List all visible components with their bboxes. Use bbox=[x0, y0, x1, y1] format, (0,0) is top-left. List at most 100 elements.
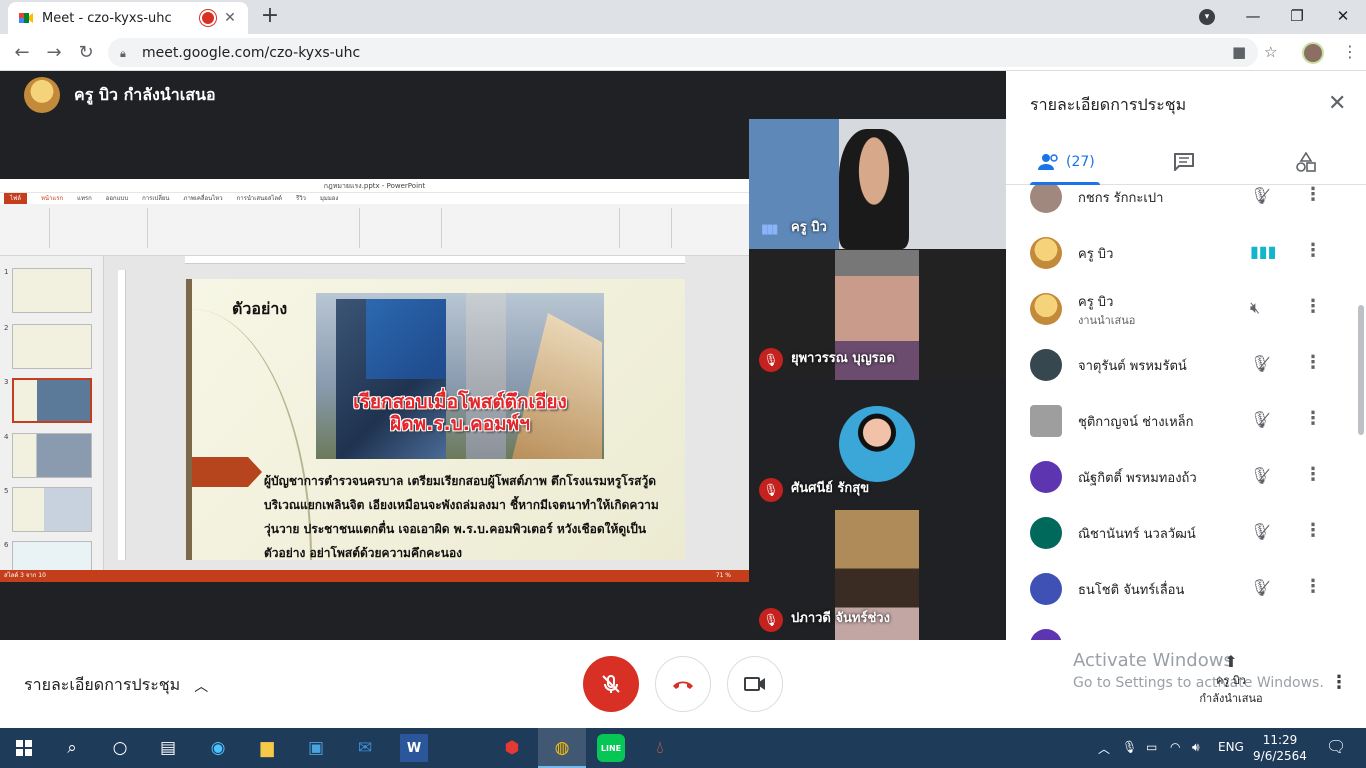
app-icon[interactable]: ⬢ bbox=[498, 734, 526, 762]
ppt-menu-file[interactable]: ไฟล์ bbox=[4, 193, 27, 204]
close-panel-icon[interactable]: ✕ bbox=[1328, 91, 1346, 116]
ribbon-group-paragraph[interactable] bbox=[362, 208, 442, 248]
mic-off-icon: 🎙︎̸ bbox=[1250, 410, 1271, 429]
back-button[interactable]: ← bbox=[10, 41, 34, 65]
more-options-icon[interactable]: ⋮ bbox=[1330, 672, 1348, 693]
edge-icon[interactable]: ◉ bbox=[204, 734, 232, 762]
windows-start-icon[interactable] bbox=[10, 734, 38, 762]
participant-row[interactable]: ธนโชติ จันทร์เลื่อน 🎙︎̸ ⋮ bbox=[1006, 561, 1356, 617]
participant-row[interactable]: กชกร รักกะเปา 🎙︎̸ ⋮ bbox=[1006, 185, 1356, 225]
slide-thumbnail-1[interactable] bbox=[12, 268, 92, 313]
panel-title: รายละเอียดการประชุม bbox=[1030, 95, 1187, 114]
ppt-zoom-level[interactable]: 71 % bbox=[716, 570, 731, 582]
participant-row[interactable]: ชุติกาญจน์ ช่างเหล็ก 🎙︎̸ ⋮ bbox=[1006, 393, 1356, 449]
chat-icon bbox=[1174, 153, 1194, 171]
more-options-icon[interactable]: ⋮ bbox=[1304, 576, 1322, 597]
cortana-icon[interactable]: ○ bbox=[106, 734, 134, 762]
toggle-mic-button[interactable] bbox=[583, 656, 639, 712]
word-icon[interactable]: W bbox=[400, 734, 428, 762]
participant-row[interactable]: จาตุรันต์ พรหมรัตน์ 🎙︎̸ ⋮ bbox=[1006, 337, 1356, 393]
system-clock[interactable]: 11:29 9/6/2564 bbox=[1250, 732, 1310, 764]
ppt-menu-view[interactable]: มุมมอง bbox=[320, 193, 338, 204]
video-tile[interactable]: 🎙︎ ปภาวดี จันทร์ช่วง bbox=[749, 510, 1006, 640]
file-explorer-icon[interactable]: ▆ bbox=[253, 734, 281, 762]
battery-icon[interactable]: ▭ bbox=[1146, 740, 1157, 754]
url-input[interactable]: 🔒︎ meet.google.com/czo-kyxs-uhc bbox=[108, 38, 1258, 67]
video-tile[interactable]: 🎙︎ ศันศนีย์ รักสุข bbox=[749, 380, 1006, 510]
line-icon[interactable]: LINE bbox=[597, 734, 625, 762]
microphone-tray-icon[interactable]: 🎙︎ bbox=[1122, 740, 1137, 754]
restore-button[interactable]: ❐ bbox=[1274, 0, 1320, 32]
tab-chat[interactable] bbox=[1174, 147, 1194, 177]
close-window-button[interactable]: ✕ bbox=[1320, 0, 1366, 32]
tab-activities[interactable] bbox=[1296, 147, 1316, 177]
volume-icon[interactable]: 🔊︎ bbox=[1192, 740, 1200, 755]
tray-chevron-icon[interactable]: ︿ bbox=[1098, 740, 1110, 757]
ppt-menu-animations[interactable]: ภาพเคลื่อนไหว bbox=[184, 193, 223, 204]
participant-row[interactable]: ครู บิว ▮▮▮ ⋮ bbox=[1006, 225, 1356, 281]
store-icon[interactable]: ▣ bbox=[302, 734, 330, 762]
participant-row[interactable]: ณิชานันทร์ นวลวัฒน์ 🎙︎̸ ⋮ bbox=[1006, 505, 1356, 561]
slide-headline-line2: ผิดพ.ร.บ.คอมพ์ฯ bbox=[390, 413, 530, 435]
camera-permission-icon[interactable]: ■ bbox=[1232, 43, 1246, 61]
ribbon-group-slides[interactable] bbox=[52, 208, 148, 248]
notifications-icon[interactable]: 🗨︎ bbox=[1326, 737, 1346, 756]
more-options-icon[interactable]: ⋮ bbox=[1304, 520, 1322, 541]
ppt-menu-slideshow[interactable]: การนำเสนอสไลด์ bbox=[237, 193, 282, 204]
forward-button[interactable]: → bbox=[42, 41, 66, 65]
bookmark-star-icon[interactable]: ☆ bbox=[1264, 43, 1277, 61]
slide-thumbnail-4[interactable] bbox=[12, 433, 92, 478]
ppt-menu-home[interactable]: หน้าแรก bbox=[41, 193, 63, 204]
more-options-icon[interactable]: ⋮ bbox=[1304, 464, 1322, 485]
ribbon-group-drawing[interactable] bbox=[444, 208, 620, 248]
leave-call-button[interactable] bbox=[655, 656, 711, 712]
video-tile[interactable]: 🎙︎ ยุพาวรรณ บุญรอด bbox=[749, 250, 1006, 380]
slide-thumbnail-3[interactable] bbox=[12, 378, 92, 423]
meeting-details-toggle[interactable]: รายละเอียดการประชุม ︿ bbox=[24, 673, 208, 698]
profile-avatar[interactable] bbox=[1302, 42, 1324, 64]
current-slide[interactable]: ตัวอย่าง เรียกสอบเมื่อโพสต์ตึกเอียง ผิดพ… bbox=[186, 279, 685, 560]
browser-tab[interactable]: Meet - czo-kyxs-uhc ✕ bbox=[8, 2, 248, 34]
more-options-icon[interactable]: ⋮ bbox=[1304, 185, 1322, 205]
participant-row[interactable]: ณัฐกิตติ์ พรหมทองถ้ว 🎙︎̸ ⋮ bbox=[1006, 449, 1356, 505]
slide-thumbnail-5[interactable] bbox=[12, 487, 92, 532]
tab-people[interactable]: (27) bbox=[1038, 147, 1095, 177]
ribbon-group-clipboard[interactable] bbox=[4, 208, 50, 248]
mic-off-icon: 🎙︎̸ bbox=[1250, 578, 1271, 597]
mic-off-icon: 🎙︎̸ bbox=[1250, 522, 1271, 541]
more-options-icon[interactable]: ⋮ bbox=[1304, 408, 1322, 429]
wifi-icon[interactable]: ◠ bbox=[1170, 740, 1180, 754]
vertical-ruler bbox=[118, 270, 126, 560]
new-tab-button[interactable]: + bbox=[258, 5, 282, 29]
tab-search-icon[interactable]: ▾ bbox=[1199, 9, 1215, 25]
video-tile[interactable]: ▮▮▮ ครู บิว bbox=[749, 119, 1006, 249]
minimize-button[interactable]: — bbox=[1230, 0, 1276, 32]
tile-name: ครู บิว bbox=[791, 220, 827, 235]
ribbon-group-font[interactable] bbox=[150, 208, 360, 248]
more-options-icon[interactable]: ⋮ bbox=[1304, 296, 1322, 317]
slide-thumbnail-2[interactable] bbox=[12, 324, 92, 369]
toggle-camera-button[interactable] bbox=[727, 656, 783, 712]
chrome-menu-icon[interactable]: ⋮ bbox=[1342, 42, 1358, 61]
participant-row[interactable] bbox=[1006, 617, 1356, 640]
task-view-icon[interactable]: ▤ bbox=[154, 734, 182, 762]
more-options-icon[interactable]: ⋮ bbox=[1304, 352, 1322, 373]
ppt-menu-design[interactable]: ออกแบบ bbox=[106, 193, 128, 204]
panel-scrollbar[interactable] bbox=[1358, 305, 1364, 435]
reload-button[interactable]: ↻ bbox=[74, 41, 98, 65]
participant-row[interactable]: ครู บิว งานนำเสนอ 🔇︎ ⋮ bbox=[1006, 281, 1356, 337]
people-icon bbox=[1038, 154, 1058, 170]
input-language[interactable]: ENG bbox=[1218, 740, 1244, 754]
ppt-menu-insert[interactable]: แทรก bbox=[77, 193, 92, 204]
ppt-menu-review[interactable]: รีวิว bbox=[296, 193, 306, 204]
chrome-icon[interactable]: ◍ bbox=[548, 734, 576, 762]
presenting-status[interactable]: ⬆︎ ครู บิว กำลังนำเสนอ bbox=[1196, 652, 1266, 707]
mail-icon[interactable]: ✉ bbox=[351, 734, 379, 762]
ppt-menu-transitions[interactable]: การเปลี่ยน bbox=[142, 193, 169, 204]
slide-headline: เรียกสอบเมื่อโพสต์ตึกเอียง ผิดพ.ร.บ.คอมพ… bbox=[316, 391, 604, 435]
tab-close-icon[interactable]: ✕ bbox=[222, 10, 238, 26]
paint-icon[interactable]: 💧︎ bbox=[646, 734, 674, 762]
more-options-icon[interactable]: ⋮ bbox=[1304, 240, 1322, 261]
ribbon-group-editing[interactable] bbox=[622, 208, 672, 248]
search-icon[interactable]: ⌕ bbox=[58, 734, 86, 762]
